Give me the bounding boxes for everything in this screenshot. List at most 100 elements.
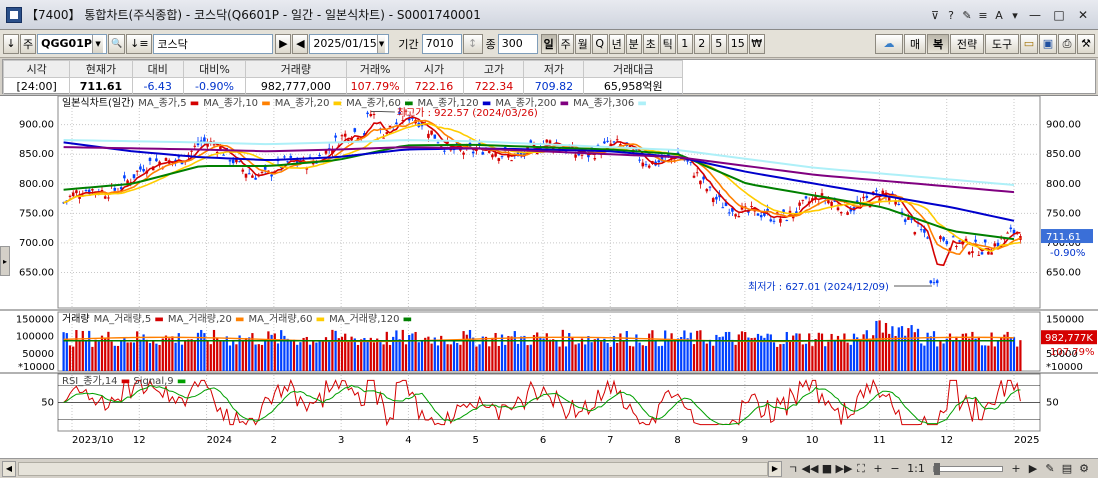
chevron-down-icon[interactable]: ▼ — [91, 34, 104, 53]
stop-icon[interactable]: ■ — [820, 462, 834, 476]
code-value: QGG01P — [41, 37, 92, 50]
volume-bar — [756, 333, 760, 371]
mode-toggle-button[interactable]: ↓ — [3, 33, 19, 54]
volume-bar — [292, 339, 296, 371]
prev-button[interactable]: ◀ — [292, 33, 309, 54]
volume-bar — [424, 337, 427, 371]
candle-body — [318, 154, 321, 157]
horizontal-scrollbar[interactable] — [18, 461, 768, 476]
volume-bar — [113, 345, 116, 371]
name-field[interactable]: 코스닥 — [153, 33, 274, 54]
volume-bar — [680, 337, 683, 371]
timeframe-7-button[interactable]: 틱 — [659, 33, 676, 54]
panel-expand-icon[interactable]: ▸ — [0, 246, 10, 276]
zoom-fit-icon[interactable]: ⛶ — [854, 462, 868, 476]
reset-icon[interactable]: ㄱ — [786, 462, 800, 476]
low-annotation: 최저가 : 627.01 (2024/12/09) — [748, 281, 889, 293]
zoom-slider[interactable] — [933, 462, 1003, 475]
candle-body — [235, 159, 238, 163]
chart-canvas[interactable]: 2023/10 12 2024 2 3 4 5 6 7 8 9 10 11 12 2025 900.00 900… — [0, 96, 1098, 464]
folder-icon[interactable]: ▭ — [1020, 33, 1038, 54]
quote-value-0: [24:00] — [2, 77, 71, 95]
x-tick-label: 8 — [674, 435, 680, 446]
quote-value-1: 711.61 — [69, 77, 133, 95]
timeframe-10-button[interactable]: 5 — [710, 33, 727, 54]
timeframe-2-button[interactable]: 월 — [574, 33, 591, 54]
volume-bar — [395, 330, 398, 371]
quote-panel: 시각 현재가 대비 대비% 거래량 거래% 시가 고가 저가 거래대금 [24:00] 711.61… — [2, 59, 1096, 95]
next-page-icon[interactable]: ▶ — [1026, 462, 1040, 476]
trade-button[interactable]: 매 — [904, 33, 926, 54]
minimize-button[interactable]: — — [1024, 6, 1046, 24]
volume-bar — [664, 330, 667, 371]
ma-legend-swatch: ▬ — [258, 98, 271, 109]
scroll-left-icon[interactable]: ◀ — [2, 460, 16, 477]
tools-button[interactable]: 도구 — [985, 33, 1019, 54]
chart-area[interactable]: 2023/10 12 2024 2 3 4 5 6 7 8 9 10 11 12 2025 900.00 900… — [0, 95, 1098, 463]
ratio-label[interactable]: 1:1 — [905, 462, 927, 476]
restore-button[interactable]: 복 — [927, 33, 949, 54]
timeframe-5-button[interactable]: 분 — [625, 33, 642, 54]
volume-bar — [436, 345, 440, 371]
code-input[interactable]: QGG01P ▼ — [37, 33, 108, 54]
volume-bar — [891, 326, 894, 371]
maximize-button[interactable]: □ — [1048, 6, 1070, 24]
volume-bar — [772, 342, 776, 371]
date-picker[interactable]: 2025/01/15 ▼ — [309, 33, 390, 54]
sort-icon[interactable]: ↓≡ — [126, 33, 153, 54]
pin-icon[interactable]: ⊽ — [928, 7, 942, 23]
timeframe-6-button[interactable]: 초 — [642, 33, 659, 54]
period-label: 기간 — [398, 37, 419, 51]
volume-bar — [926, 332, 929, 371]
period-input[interactable]: 7010 — [421, 33, 462, 54]
settings-icon[interactable]: ⚙ — [1077, 462, 1091, 476]
candle-body — [990, 252, 993, 255]
instrument-type-button[interactable]: 주 — [20, 33, 37, 54]
timeframe-3-button[interactable]: Q — [591, 33, 608, 54]
timeframe-11-button[interactable]: 15 — [727, 33, 748, 54]
edit-icon[interactable]: ✎ — [1043, 462, 1057, 476]
font-icon[interactable]: A — [992, 7, 1006, 23]
volume-bar — [472, 337, 475, 371]
zoom-increase-icon[interactable]: + — [1009, 462, 1023, 476]
timeframe-9-button[interactable]: 2 — [693, 33, 710, 54]
range-lock-icon[interactable]: ↕ — [462, 33, 483, 54]
volume-bar — [232, 340, 235, 371]
volume-bar — [558, 346, 561, 371]
volume-bar — [388, 344, 392, 371]
calendar-dropdown-icon[interactable]: ▼ — [376, 34, 386, 53]
next-button[interactable]: ▶ — [275, 33, 292, 54]
volume-bar — [939, 341, 942, 371]
zoom-in-icon[interactable]: + — [871, 462, 885, 476]
count-input[interactable]: 300 — [497, 33, 538, 54]
forward-icon[interactable]: ▶▶ — [836, 462, 853, 476]
close-button[interactable]: ✕ — [1072, 6, 1094, 24]
help-icon[interactable]: ? — [944, 7, 958, 23]
save-icon[interactable]: ▣ — [1039, 33, 1057, 54]
vol-unit-right: *10000 — [1046, 362, 1083, 373]
rewind-icon[interactable]: ◀◀ — [802, 462, 819, 476]
search-icon[interactable]: 🔍 — [108, 33, 126, 54]
volume-bar — [884, 322, 888, 371]
list-icon[interactable]: ≡ — [976, 7, 990, 23]
print-icon[interactable]: ⎙ — [1058, 33, 1076, 54]
scroll-right-icon[interactable]: ▶ — [768, 460, 782, 477]
timeframe-1-button[interactable]: 주 — [557, 33, 574, 54]
price-tag: 711.61 — [1046, 232, 1081, 243]
candle-body — [481, 152, 485, 155]
timeframe-8-button[interactable]: 1 — [676, 33, 693, 54]
lock-icon[interactable]: ▤ — [1060, 462, 1074, 476]
candle-body — [91, 189, 94, 191]
strategy-button[interactable]: 전략 — [950, 33, 984, 54]
timeframe-0-button[interactable]: 일 — [540, 33, 557, 54]
candle-body — [875, 190, 878, 192]
zoom-out-icon[interactable]: − — [888, 462, 902, 476]
volume-bar — [795, 333, 798, 371]
wrench-icon[interactable]: ⚒ — [1077, 33, 1095, 54]
settings-icon[interactable]: ▾ — [1008, 7, 1022, 23]
pen-icon[interactable]: ✎ — [960, 7, 974, 23]
volume-bar — [334, 330, 337, 371]
cloud-button[interactable]: ☁ — [875, 33, 903, 54]
timeframe-12-button[interactable]: ₩ — [748, 33, 765, 54]
timeframe-4-button[interactable]: 년 — [608, 33, 625, 54]
